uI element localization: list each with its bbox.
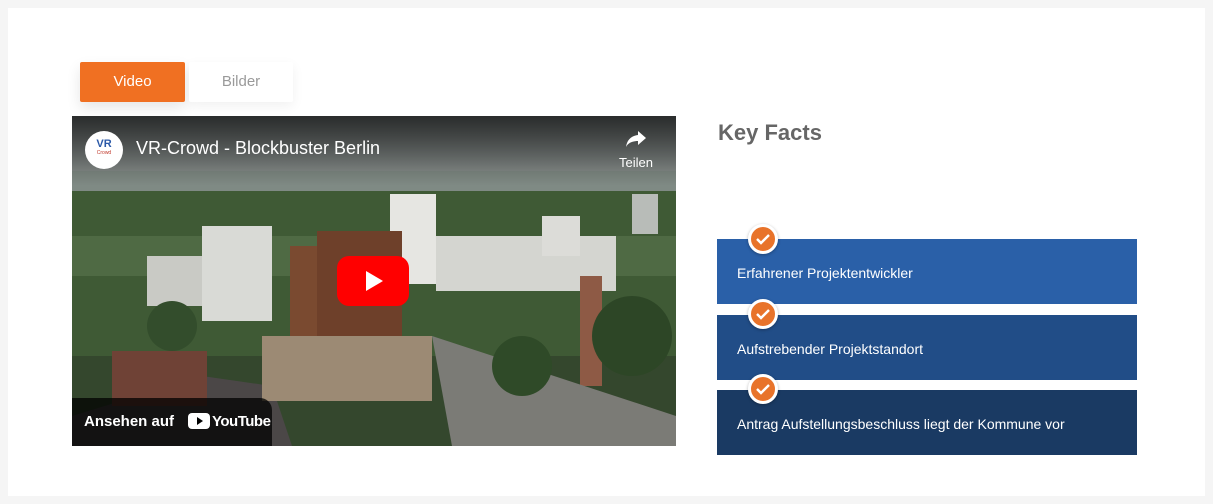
youtube-wordmark: YouTube <box>212 413 271 430</box>
key-fact-item: Erfahrener Projektentwickler <box>717 239 1137 304</box>
key-fact-item: Aufstrebender Projektstandort <box>717 315 1137 380</box>
watch-on-youtube-button[interactable]: Ansehen auf YouTube <box>72 398 272 446</box>
key-fact-text: Antrag Aufstellungsbeschluss liegt der K… <box>737 416 1065 432</box>
video-title[interactable]: VR-Crowd - Blockbuster Berlin <box>136 138 380 159</box>
check-icon <box>748 224 778 254</box>
key-fact-text: Erfahrener Projektentwickler <box>737 265 913 281</box>
channel-avatar[interactable]: VR Crowd <box>85 131 123 169</box>
key-facts-title: Key Facts <box>718 120 822 145</box>
share-button[interactable]: Teilen <box>614 130 658 170</box>
key-fact-item: Antrag Aufstellungsbeschluss liegt der K… <box>717 390 1137 455</box>
watch-label: Ansehen auf <box>84 413 175 430</box>
share-label: Teilen <box>619 155 653 170</box>
media-tabs: Video Bilder <box>80 62 293 102</box>
tab-video[interactable]: Video <box>80 62 185 102</box>
key-fact-text: Aufstrebender Projektstandort <box>737 341 923 357</box>
youtube-video-player[interactable]: VR Crowd VR-Crowd - Blockbuster Berlin T… <box>72 116 676 446</box>
check-icon <box>748 299 778 329</box>
tab-bilder[interactable]: Bilder <box>189 62 293 102</box>
share-icon <box>626 131 646 147</box>
play-icon <box>337 256 409 306</box>
youtube-logo-icon <box>188 413 210 429</box>
play-button[interactable] <box>337 256 409 306</box>
check-icon <box>748 374 778 404</box>
